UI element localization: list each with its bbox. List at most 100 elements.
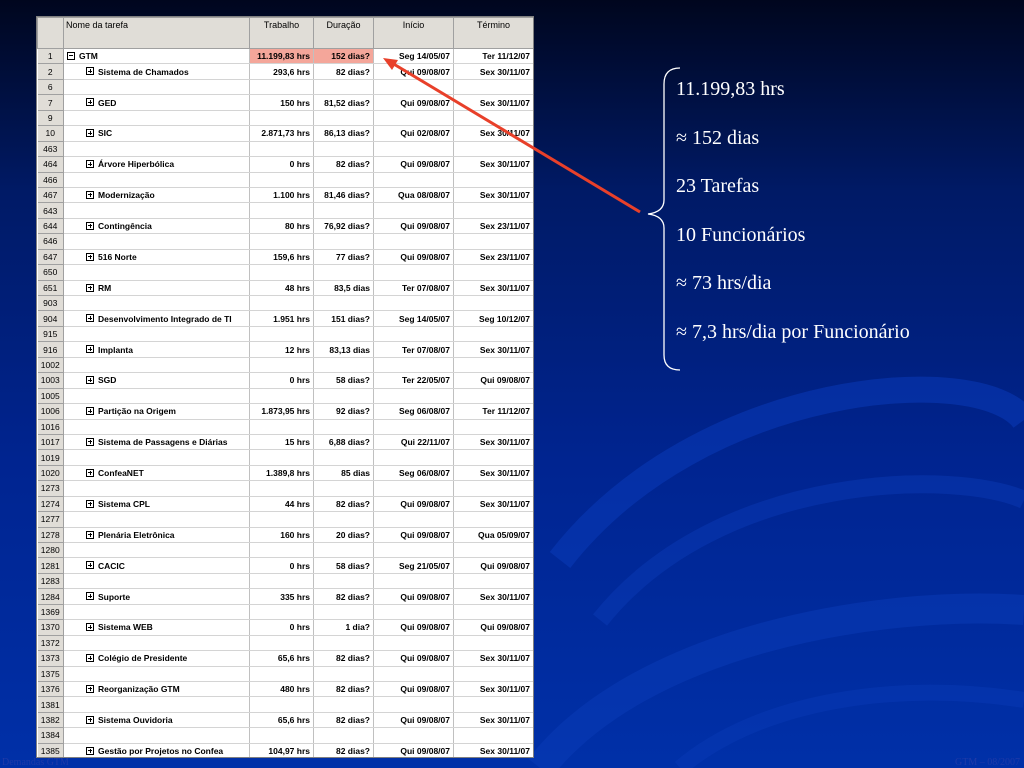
start-cell[interactable]: Qui 09/08/07 — [373, 712, 454, 729]
duration-cell[interactable] — [313, 264, 374, 281]
row-id[interactable]: 1376 — [37, 681, 64, 698]
task-name-cell[interactable]: Partição na Origem — [63, 403, 250, 420]
duration-cell[interactable] — [313, 480, 374, 497]
expand-icon[interactable] — [86, 499, 94, 508]
start-cell[interactable]: Qui 09/08/07 — [373, 496, 454, 513]
task-name-cell[interactable]: Sistema Ouvidoria — [63, 712, 250, 729]
work-cell[interactable] — [249, 449, 314, 466]
duration-cell[interactable] — [313, 573, 374, 590]
end-cell[interactable] — [453, 326, 533, 343]
end-cell[interactable]: Qui 09/08/07 — [453, 372, 533, 389]
table-row[interactable]: 1016 — [37, 419, 533, 435]
row-id[interactable]: 1277 — [37, 511, 64, 528]
work-cell[interactable] — [249, 110, 314, 127]
table-row[interactable]: 1284 Suporte 335 hrs 82 dias? Qui 09/08/07 Se… — [37, 588, 533, 605]
work-cell[interactable] — [249, 419, 314, 435]
table-row[interactable]: 10 SIC 2.871,73 hrs 86,13 dias? Qui 02/08/07… — [37, 125, 533, 142]
start-cell[interactable]: Qui 09/08/07 — [373, 249, 454, 266]
expand-icon[interactable] — [86, 129, 94, 138]
row-id[interactable]: 2 — [37, 63, 64, 80]
row-id[interactable]: 1005 — [37, 388, 64, 405]
table-row[interactable]: 9 — [37, 110, 533, 127]
task-name-cell[interactable] — [63, 326, 250, 343]
work-cell[interactable]: 65,6 hrs — [249, 650, 314, 667]
start-cell[interactable] — [373, 326, 454, 343]
end-cell[interactable] — [453, 202, 533, 219]
expand-icon[interactable] — [86, 190, 94, 199]
row-id[interactable]: 1003 — [37, 372, 64, 389]
expand-icon[interactable] — [86, 98, 94, 107]
expand-icon[interactable] — [86, 715, 94, 724]
expand-icon[interactable] — [86, 468, 94, 477]
work-cell[interactable] — [249, 573, 314, 590]
task-name-header[interactable]: Nome da tarefa — [63, 17, 250, 49]
duration-cell[interactable] — [313, 666, 374, 682]
table-row[interactable]: 1280 — [37, 542, 533, 559]
duration-cell[interactable]: 82 dias? — [313, 156, 374, 173]
start-cell[interactable]: Qui 09/08/07 — [373, 588, 454, 605]
task-name-cell[interactable]: Sistema WEB — [63, 619, 250, 636]
table-row[interactable]: 643 — [37, 202, 533, 219]
end-cell[interactable]: Sex 30/11/07 — [453, 496, 533, 513]
task-name-cell[interactable] — [63, 79, 250, 96]
row-id[interactable]: 467 — [37, 187, 64, 204]
end-cell[interactable]: Ter 11/12/07 — [453, 48, 533, 65]
end-cell[interactable] — [453, 264, 533, 281]
duration-cell[interactable]: 81,52 dias? — [313, 94, 374, 111]
work-cell[interactable] — [249, 542, 314, 559]
duration-cell[interactable]: 20 dias? — [313, 527, 374, 544]
row-id[interactable]: 1372 — [37, 635, 64, 652]
start-cell[interactable] — [373, 604, 454, 621]
row-id[interactable]: 646 — [37, 233, 64, 250]
task-name-cell[interactable] — [63, 573, 250, 590]
task-name-cell[interactable]: GED — [63, 94, 250, 111]
row-id[interactable]: 647 — [37, 249, 64, 266]
task-name-cell[interactable]: ConfeaNET — [63, 465, 250, 482]
start-cell[interactable] — [373, 141, 454, 158]
table-row[interactable]: 1274 Sistema CPL 44 hrs 82 dias? Qui 09/08/0… — [37, 496, 533, 513]
collapse-icon[interactable] — [67, 51, 75, 60]
row-id[interactable]: 1384 — [37, 727, 64, 744]
start-cell[interactable]: Qui 09/08/07 — [373, 681, 454, 698]
expand-icon[interactable] — [86, 561, 94, 570]
table-row[interactable]: 1005 — [37, 388, 533, 405]
expand-icon[interactable] — [86, 314, 94, 323]
end-cell[interactable]: Sex 30/11/07 — [453, 712, 533, 729]
duration-cell[interactable] — [313, 604, 374, 621]
start-cell[interactable] — [373, 542, 454, 559]
start-cell[interactable] — [373, 727, 454, 744]
row-id[interactable]: 1369 — [37, 604, 64, 621]
duration-cell[interactable]: 83,13 dias — [313, 341, 374, 358]
table-row[interactable]: 1376 Reorganização GTM 480 hrs 82 dias? Qui … — [37, 681, 533, 698]
expand-icon[interactable] — [86, 160, 94, 169]
end-header[interactable]: Término — [453, 17, 533, 49]
work-cell[interactable] — [249, 480, 314, 497]
duration-cell[interactable] — [313, 542, 374, 559]
duration-cell[interactable]: 76,92 dias? — [313, 218, 374, 235]
duration-cell[interactable] — [313, 419, 374, 435]
start-cell[interactable]: Qui 09/08/07 — [373, 218, 454, 235]
task-name-cell[interactable] — [63, 110, 250, 127]
work-cell[interactable]: 1.873,95 hrs — [249, 403, 314, 420]
duration-cell[interactable]: 82 dias? — [313, 681, 374, 698]
duration-cell[interactable] — [313, 727, 374, 744]
duration-cell[interactable] — [313, 696, 374, 713]
duration-cell[interactable]: 82 dias? — [313, 743, 374, 757]
task-name-cell[interactable] — [63, 635, 250, 652]
table-row[interactable]: 463 — [37, 141, 533, 158]
end-cell[interactable]: Sex 30/11/07 — [453, 187, 533, 204]
work-cell[interactable]: 65,6 hrs — [249, 712, 314, 729]
start-cell[interactable] — [373, 635, 454, 652]
work-cell[interactable]: 44 hrs — [249, 496, 314, 513]
table-row[interactable]: 1373 Colégio de Presidente 65,6 hrs 82 dias… — [37, 650, 533, 667]
row-id[interactable]: 644 — [37, 218, 64, 235]
table-row[interactable]: 1019 — [37, 449, 533, 466]
duration-cell[interactable] — [313, 511, 374, 528]
work-cell[interactable]: 1.389,8 hrs — [249, 465, 314, 482]
row-id[interactable]: 651 — [37, 280, 64, 297]
table-row[interactable]: 1020 ConfeaNET 1.389,8 hrs 85 dias Seg 06/08… — [37, 465, 533, 482]
duration-cell[interactable] — [313, 202, 374, 219]
end-cell[interactable] — [453, 449, 533, 466]
start-cell[interactable] — [373, 79, 454, 96]
end-cell[interactable] — [453, 480, 533, 497]
